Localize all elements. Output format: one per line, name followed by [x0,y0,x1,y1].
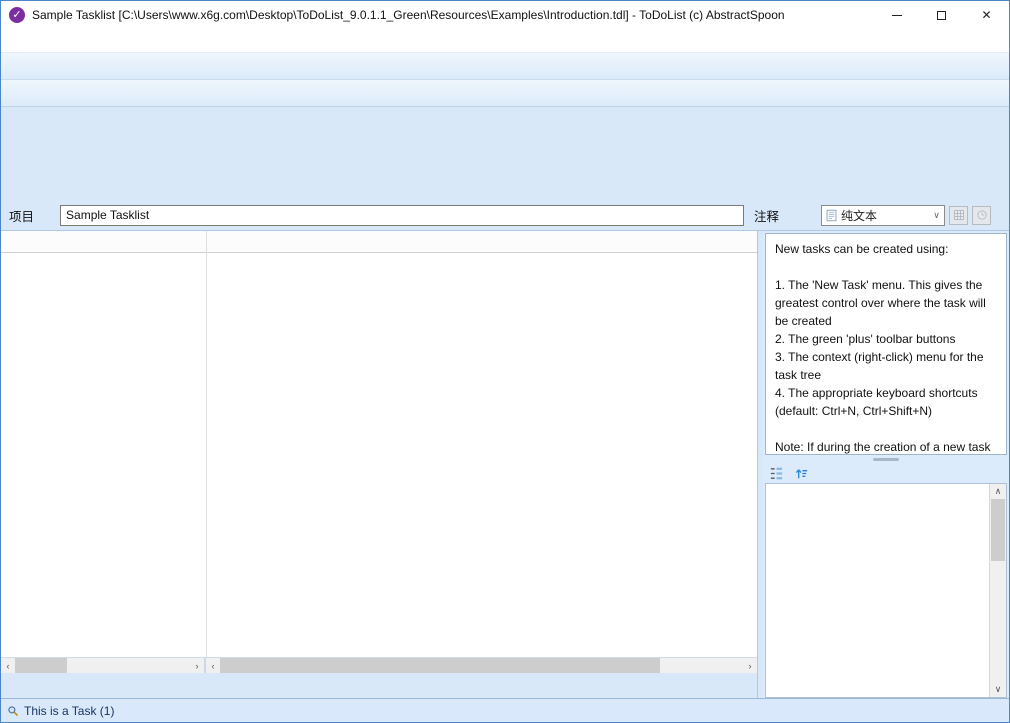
attributes-scrollbar[interactable]: ∧ ∨ [989,484,1006,697]
main-toolbar [1,53,1009,80]
horizontal-splitter[interactable] [763,455,1009,463]
project-label: 项目 [9,206,34,225]
sort-attributes-button[interactable] [794,466,809,481]
task-list-area: ‹› ‹› [1,231,758,673]
app-window: ✓ Sample Tasklist [C:\Users\www.x6g.com\… [0,0,1010,723]
statusbar: This is a Task (1) [1,698,1009,722]
window-title: Sample Tasklist [C:\Users\www.x6g.com\De… [32,8,874,22]
comments-format-combo[interactable]: 纯文本 ∨ [821,205,945,226]
attributes-panel: ∧ ∨ [765,483,1007,698]
app-icon: ✓ [9,7,25,23]
notepad-icon [822,209,841,222]
task-table-header [1,231,757,253]
secondary-toolbar [1,80,1009,107]
attributes-toolbar [763,463,1009,483]
maximize-button[interactable] [919,1,964,29]
filter-panel [1,107,1009,200]
comments-label: 注释 [754,206,779,225]
comments-grid-button[interactable] [949,206,968,225]
project-title-input[interactable] [60,205,744,226]
minimize-button[interactable] [874,1,919,29]
menubar [1,29,1009,53]
right-panel: New tasks can be created using: 1. The '… [763,231,1009,698]
comments-history-button[interactable] [972,206,991,225]
comments-text: New tasks can be created using: 1. The '… [775,240,997,455]
column-divider [206,231,207,657]
project-row: 项目 注释 纯文本 ∨ [1,200,1009,231]
comments-format-value: 纯文本 [841,207,929,224]
comments-pane[interactable]: New tasks can be created using: 1. The '… [765,233,1007,455]
chevron-down-icon: ∨ [929,210,944,221]
columns-horizontal-scrollbar[interactable]: ‹› [206,658,757,673]
close-button[interactable]: ✕ [964,1,1009,29]
outline-view-button[interactable] [769,466,784,481]
title-horizontal-scrollbar[interactable]: ‹› [1,658,206,673]
selection-icon [7,705,19,717]
view-tabbar [1,673,758,698]
titlebar: ✓ Sample Tasklist [C:\Users\www.x6g.com\… [1,1,1009,29]
selection-text: This is a Task (1) [24,704,114,718]
